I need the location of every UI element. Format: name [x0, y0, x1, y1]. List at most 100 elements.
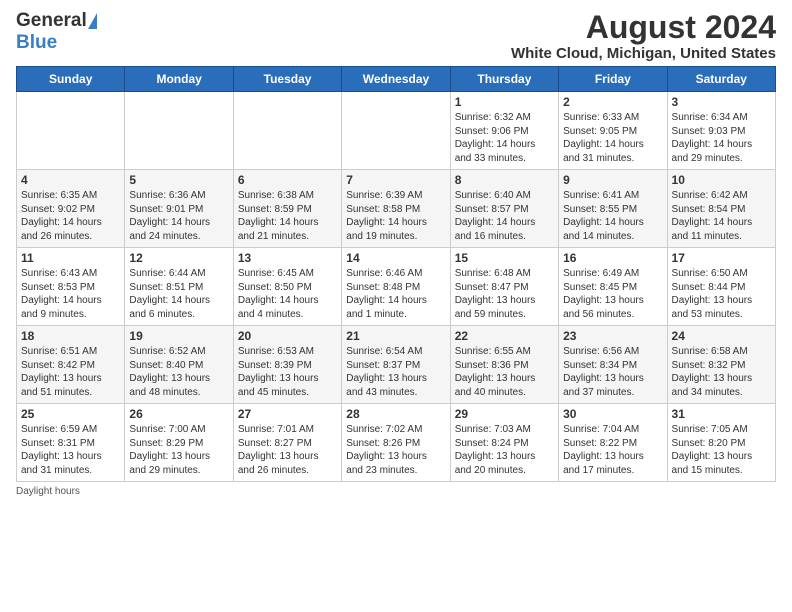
day-number: 26: [129, 407, 228, 421]
day-detail: Sunrise: 6:39 AM Sunset: 8:58 PM Dayligh…: [346, 189, 445, 243]
day-detail: Sunrise: 6:54 AM Sunset: 8:37 PM Dayligh…: [346, 345, 445, 399]
week-row-1: 1 Sunrise: 6:32 AM Sunset: 9:06 PM Daylig…: [17, 92, 776, 170]
weekday-header-row: SundayMondayTuesdayWednesdayThursdayFrid…: [17, 67, 776, 92]
calendar-cell-w0d0: [17, 92, 125, 170]
calendar-cell-w2d1: 12 Sunrise: 6:44 AM Sunset: 8:51 PM Dayli…: [125, 248, 233, 326]
calendar-cell-w2d4: 15 Sunrise: 6:48 AM Sunset: 8:47 PM Dayli…: [450, 248, 558, 326]
calendar-cell-w4d2: 27 Sunrise: 7:01 AM Sunset: 8:27 PM Dayli…: [233, 404, 341, 482]
day-detail: Sunrise: 7:01 AM Sunset: 8:27 PM Dayligh…: [238, 423, 337, 477]
day-number: 8: [455, 173, 554, 187]
logo: General Blue: [16, 10, 97, 54]
calendar-cell-w3d5: 23 Sunrise: 6:56 AM Sunset: 8:34 PM Dayli…: [559, 326, 667, 404]
day-number: 18: [21, 329, 120, 343]
calendar-cell-w3d6: 24 Sunrise: 6:58 AM Sunset: 8:32 PM Dayli…: [667, 326, 775, 404]
week-row-5: 25 Sunrise: 6:59 AM Sunset: 8:31 PM Dayli…: [17, 404, 776, 482]
calendar-cell-w4d3: 28Sunrise: 7:02 AM Sunset: 8:26 PM Dayli…: [342, 404, 450, 482]
calendar-cell-w4d6: 31 Sunrise: 7:05 AM Sunset: 8:20 PM Dayli…: [667, 404, 775, 482]
day-number: 23: [563, 329, 662, 343]
sub-title: White Cloud, Michigan, United States: [511, 45, 776, 62]
day-number: 27: [238, 407, 337, 421]
calendar-cell-w0d3: [342, 92, 450, 170]
day-detail: Sunrise: 6:34 AM Sunset: 9:03 PM Dayligh…: [672, 111, 771, 165]
weekday-header-monday: Monday: [125, 67, 233, 92]
calendar-cell-w2d5: 16Sunrise: 6:49 AM Sunset: 8:45 PM Dayli…: [559, 248, 667, 326]
weekday-header-sunday: Sunday: [17, 67, 125, 92]
weekday-header-friday: Friday: [559, 67, 667, 92]
logo-general-text: General: [16, 10, 87, 32]
day-detail: Sunrise: 6:46 AM Sunset: 8:48 PM Dayligh…: [346, 267, 445, 321]
calendar-cell-w1d4: 8Sunrise: 6:40 AM Sunset: 8:57 PM Daylig…: [450, 170, 558, 248]
calendar-cell-w1d0: 4 Sunrise: 6:35 AM Sunset: 9:02 PM Daylig…: [17, 170, 125, 248]
day-detail: Sunrise: 7:04 AM Sunset: 8:22 PM Dayligh…: [563, 423, 662, 477]
day-number: 12: [129, 251, 228, 265]
footer-note: Daylight hours: [16, 486, 776, 497]
day-detail: Sunrise: 6:33 AM Sunset: 9:05 PM Dayligh…: [563, 111, 662, 165]
calendar-cell-w1d3: 7Sunrise: 6:39 AM Sunset: 8:58 PM Daylig…: [342, 170, 450, 248]
day-detail: Sunrise: 6:43 AM Sunset: 8:53 PM Dayligh…: [21, 267, 120, 321]
weekday-header-saturday: Saturday: [667, 67, 775, 92]
calendar-cell-w1d2: 6Sunrise: 6:38 AM Sunset: 8:59 PM Daylig…: [233, 170, 341, 248]
page: General Blue August 2024 White Cloud, Mi…: [0, 0, 792, 507]
day-number: 25: [21, 407, 120, 421]
day-detail: Sunrise: 6:53 AM Sunset: 8:39 PM Dayligh…: [238, 345, 337, 399]
day-number: 19: [129, 329, 228, 343]
day-number: 29: [455, 407, 554, 421]
day-number: 22: [455, 329, 554, 343]
day-number: 9: [563, 173, 662, 187]
day-number: 17: [672, 251, 771, 265]
day-detail: Sunrise: 6:44 AM Sunset: 8:51 PM Dayligh…: [129, 267, 228, 321]
day-number: 1: [455, 95, 554, 109]
calendar-cell-w1d5: 9 Sunrise: 6:41 AM Sunset: 8:55 PM Daylig…: [559, 170, 667, 248]
day-detail: Sunrise: 7:05 AM Sunset: 8:20 PM Dayligh…: [672, 423, 771, 477]
calendar-cell-w0d1: [125, 92, 233, 170]
calendar-cell-w2d6: 17 Sunrise: 6:50 AM Sunset: 8:44 PM Dayli…: [667, 248, 775, 326]
day-detail: Sunrise: 6:32 AM Sunset: 9:06 PM Dayligh…: [455, 111, 554, 165]
day-detail: Sunrise: 6:51 AM Sunset: 8:42 PM Dayligh…: [21, 345, 120, 399]
calendar: SundayMondayTuesdayWednesdayThursdayFrid…: [16, 66, 776, 482]
day-detail: Sunrise: 7:02 AM Sunset: 8:26 PM Dayligh…: [346, 423, 445, 477]
main-title: August 2024: [511, 10, 776, 45]
day-detail: Sunrise: 6:50 AM Sunset: 8:44 PM Dayligh…: [672, 267, 771, 321]
week-row-4: 18 Sunrise: 6:51 AM Sunset: 8:42 PM Dayli…: [17, 326, 776, 404]
calendar-cell-w2d2: 13 Sunrise: 6:45 AM Sunset: 8:50 PM Dayli…: [233, 248, 341, 326]
logo-lines: General Blue: [16, 10, 97, 54]
weekday-header-tuesday: Tuesday: [233, 67, 341, 92]
header: General Blue August 2024 White Cloud, Mi…: [16, 10, 776, 62]
calendar-cell-w3d4: 22 Sunrise: 6:55 AM Sunset: 8:36 PM Dayli…: [450, 326, 558, 404]
day-detail: Sunrise: 6:35 AM Sunset: 9:02 PM Dayligh…: [21, 189, 120, 243]
calendar-cell-w0d4: 1 Sunrise: 6:32 AM Sunset: 9:06 PM Daylig…: [450, 92, 558, 170]
day-detail: Sunrise: 6:59 AM Sunset: 8:31 PM Dayligh…: [21, 423, 120, 477]
calendar-cell-w3d1: 19Sunrise: 6:52 AM Sunset: 8:40 PM Dayli…: [125, 326, 233, 404]
calendar-cell-w3d2: 20Sunrise: 6:53 AM Sunset: 8:39 PM Dayli…: [233, 326, 341, 404]
day-number: 21: [346, 329, 445, 343]
week-row-2: 4 Sunrise: 6:35 AM Sunset: 9:02 PM Daylig…: [17, 170, 776, 248]
calendar-cell-w0d2: [233, 92, 341, 170]
day-number: 31: [672, 407, 771, 421]
day-number: 10: [672, 173, 771, 187]
day-detail: Sunrise: 6:58 AM Sunset: 8:32 PM Dayligh…: [672, 345, 771, 399]
day-number: 24: [672, 329, 771, 343]
day-detail: Sunrise: 7:00 AM Sunset: 8:29 PM Dayligh…: [129, 423, 228, 477]
calendar-cell-w3d3: 21 Sunrise: 6:54 AM Sunset: 8:37 PM Dayli…: [342, 326, 450, 404]
calendar-cell-w4d4: 29 Sunrise: 7:03 AM Sunset: 8:24 PM Dayli…: [450, 404, 558, 482]
day-number: 6: [238, 173, 337, 187]
day-detail: Sunrise: 6:56 AM Sunset: 8:34 PM Dayligh…: [563, 345, 662, 399]
calendar-cell-w1d1: 5Sunrise: 6:36 AM Sunset: 9:01 PM Daylig…: [125, 170, 233, 248]
title-block: August 2024 White Cloud, Michigan, Unite…: [511, 10, 776, 62]
calendar-cell-w1d6: 10 Sunrise: 6:42 AM Sunset: 8:54 PM Dayli…: [667, 170, 775, 248]
day-detail: Sunrise: 6:36 AM Sunset: 9:01 PM Dayligh…: [129, 189, 228, 243]
day-number: 16: [563, 251, 662, 265]
day-number: 3: [672, 95, 771, 109]
day-detail: Sunrise: 6:55 AM Sunset: 8:36 PM Dayligh…: [455, 345, 554, 399]
calendar-cell-w4d1: 26 Sunrise: 7:00 AM Sunset: 8:29 PM Dayli…: [125, 404, 233, 482]
day-number: 4: [21, 173, 120, 187]
day-detail: Sunrise: 6:41 AM Sunset: 8:55 PM Dayligh…: [563, 189, 662, 243]
day-detail: Sunrise: 6:48 AM Sunset: 8:47 PM Dayligh…: [455, 267, 554, 321]
day-number: 2: [563, 95, 662, 109]
day-number: 15: [455, 251, 554, 265]
day-number: 13: [238, 251, 337, 265]
day-detail: Sunrise: 6:45 AM Sunset: 8:50 PM Dayligh…: [238, 267, 337, 321]
day-detail: Sunrise: 6:42 AM Sunset: 8:54 PM Dayligh…: [672, 189, 771, 243]
day-detail: Sunrise: 7:03 AM Sunset: 8:24 PM Dayligh…: [455, 423, 554, 477]
calendar-cell-w2d0: 11Sunrise: 6:43 AM Sunset: 8:53 PM Dayli…: [17, 248, 125, 326]
